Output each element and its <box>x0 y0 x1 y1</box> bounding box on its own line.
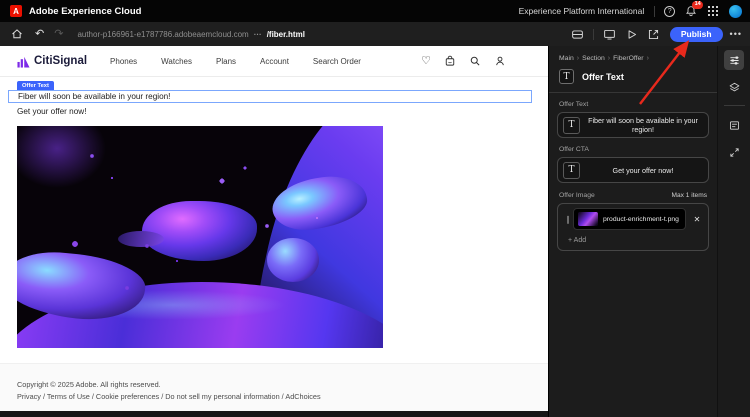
notification-badge: 14 <box>692 1 703 9</box>
wishlist-heart-icon[interactable]: ♡ <box>421 56 431 67</box>
page-url[interactable]: author-p166961-e1787786.adobeaemcloud.co… <box>77 30 304 39</box>
nav-search-order[interactable]: Search Order <box>313 57 361 66</box>
site-nav: Phones Watches Plans Account Search Orde… <box>110 57 385 66</box>
search-icon[interactable] <box>469 55 481 67</box>
text-component-icon: T <box>559 69 574 84</box>
text-field-icon: T <box>563 162 580 179</box>
chevron-right-icon: › <box>577 55 579 62</box>
properties-tab-icon[interactable] <box>724 50 744 70</box>
nav-watches[interactable]: Watches <box>161 57 192 66</box>
home-icon[interactable] <box>11 28 23 40</box>
expand-tab-icon[interactable] <box>724 142 744 162</box>
offer-cta-label: Offer CTA <box>559 146 707 153</box>
app-window: A Adobe Experience Cloud Experience Plat… <box>0 0 750 417</box>
nav-account[interactable]: Account <box>260 57 289 66</box>
offer-text-label: Offer Text <box>559 101 707 108</box>
site-footer: Copyright © 2025 Adobe. All rights reser… <box>0 363 548 411</box>
site-preview: CitiSignal Phones Watches Plans Account … <box>0 46 548 411</box>
page-path: /fiber.html <box>267 30 305 39</box>
divider <box>724 105 745 106</box>
site-header: CitiSignal Phones Watches Plans Account … <box>0 46 548 77</box>
breadcrumb: Main › Section › FiberOffer › <box>549 46 717 62</box>
offer-text-field[interactable]: T Fiber will soon be available in your r… <box>557 112 709 138</box>
adobe-logo-icon[interactable]: A <box>10 5 22 17</box>
cart-bag-icon[interactable] <box>444 55 456 67</box>
offer-cta-field-value: Get your offer now! <box>582 166 704 175</box>
offer-image-label: Offer Image <box>559 192 595 199</box>
drag-handle-icon[interactable]: ∥ <box>563 215 573 224</box>
panel-toggle-icon[interactable] <box>571 28 584 41</box>
breadcrumb-fiberoffer[interactable]: FiberOffer <box>613 55 643 62</box>
avatar[interactable] <box>729 5 742 18</box>
max-items-label: Max 1 items <box>671 192 707 199</box>
image-file-chip[interactable]: product-enrichment-t.png <box>573 208 686 230</box>
divider <box>654 6 655 17</box>
text-field-icon: T <box>563 117 580 134</box>
divider <box>549 92 717 93</box>
url-ellipsis[interactable]: ··· <box>254 30 262 39</box>
preview-monitor-icon[interactable] <box>603 28 616 41</box>
account-person-icon[interactable] <box>494 55 506 67</box>
chevron-right-icon: › <box>647 55 649 62</box>
footer-copyright: Copyright © 2025 Adobe. All rights reser… <box>17 380 548 389</box>
redo-icon[interactable]: ↷ <box>54 29 63 40</box>
editor-toolbar: ↶ ↷ author-p166961-e1787786.adobeaemclou… <box>0 22 750 46</box>
nav-plans[interactable]: Plans <box>216 57 236 66</box>
org-switcher[interactable]: Experience Platform International <box>519 6 645 16</box>
app-title: Adobe Experience Cloud <box>29 6 141 17</box>
offer-cta-field[interactable]: T Get your offer now! <box>557 157 709 183</box>
divider <box>593 29 594 40</box>
notifications-button[interactable]: 14 <box>685 5 697 17</box>
layers-tab-icon[interactable] <box>724 77 744 97</box>
site-url: author-p166961-e1787786.adobeaemcloud.co… <box>77 30 248 39</box>
remove-image-icon[interactable]: ✕ <box>691 215 703 224</box>
shell-header: A Adobe Experience Cloud Experience Plat… <box>0 0 750 22</box>
play-icon[interactable] <box>625 28 638 41</box>
citisignal-logo-icon[interactable] <box>17 55 30 68</box>
footer-links[interactable]: Privacy / Terms of Use / Cookie preferen… <box>17 392 548 401</box>
properties-panel: Main › Section › FiberOffer › T Offer Te… <box>548 46 717 417</box>
hero-droplets <box>17 126 383 348</box>
undo-icon[interactable]: ↶ <box>35 29 44 40</box>
image-list-item[interactable]: ∥ product-enrichment-t.png ✕ <box>563 208 703 230</box>
chevron-right-icon: › <box>608 55 610 62</box>
offer-cta-component[interactable]: Get your offer now! <box>17 107 86 116</box>
breadcrumb-section[interactable]: Section <box>582 55 605 62</box>
component-header: T Offer Text <box>549 62 717 84</box>
help-icon[interactable]: ? <box>664 6 675 17</box>
add-image-button[interactable]: + Add <box>568 237 703 244</box>
more-options-icon[interactable]: ••• <box>730 29 742 39</box>
image-filename: product-enrichment-t.png <box>603 216 679 223</box>
offer-image-list: ∥ product-enrichment-t.png ✕ + Add <box>557 203 709 251</box>
site-brand[interactable]: CitiSignal <box>34 55 87 67</box>
nav-phones[interactable]: Phones <box>110 57 137 66</box>
offer-text-field-value: Fiber will soon be available in your reg… <box>582 116 704 134</box>
publish-button[interactable]: Publish <box>670 27 723 42</box>
component-title: Offer Text <box>582 72 624 82</box>
apps-grid-icon[interactable] <box>708 6 718 16</box>
image-thumbnail <box>578 212 598 226</box>
offer-image-component[interactable] <box>17 126 383 348</box>
data-tab-icon[interactable] <box>724 115 744 135</box>
right-icon-rail <box>717 46 750 417</box>
breadcrumb-main[interactable]: Main <box>559 55 574 62</box>
offer-text-component[interactable]: Fiber will soon be available in your reg… <box>8 90 532 103</box>
open-in-icon[interactable] <box>647 28 660 41</box>
